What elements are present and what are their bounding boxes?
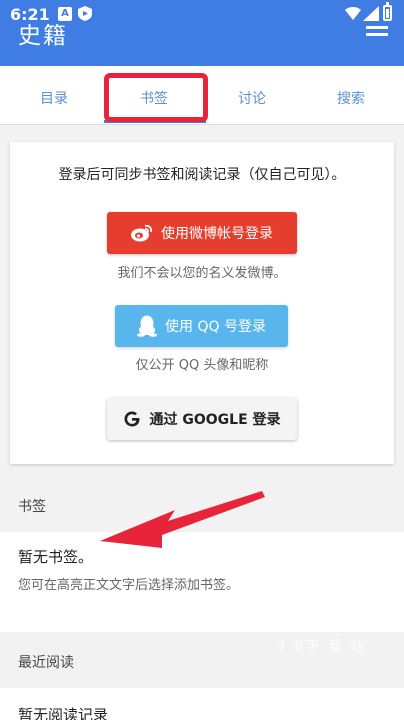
bookmarks-section-header: 书签 <box>0 476 404 534</box>
weibo-icon <box>131 224 153 242</box>
google-login-button[interactable]: 通过 GOOGLE 登录 <box>107 398 297 440</box>
wifi-icon <box>345 7 361 20</box>
bookmarks-empty-hint: 您可在高亮正文文字后选择添加书签。 <box>18 578 240 593</box>
shield-icon <box>78 6 92 21</box>
tab-contents[interactable]: 目录 <box>40 88 68 108</box>
notification-a-icon: A <box>58 7 72 21</box>
recent-empty-state: 暂无阅读记录 <box>0 688 404 720</box>
bookmarks-header-label: 书签 <box>18 499 46 515</box>
qq-login-button[interactable]: 使用 QQ 号登录 <box>115 305 288 347</box>
login-card: 登录后可同步书签和阅读记录（仅自己可见）。 使用微博帐号登录 我们不会以您的名义… <box>10 142 394 464</box>
tab-search[interactable]: 搜索 <box>337 88 365 108</box>
weibo-login-label: 使用微博帐号登录 <box>161 226 273 242</box>
qq-login-label: 使用 QQ 号登录 <box>165 319 266 335</box>
signal-icon <box>363 6 379 21</box>
bookmarks-empty-state: 暂无书签。 您可在高亮正文文字后选择添加书签。 <box>0 532 404 632</box>
bookmarks-empty-title: 暂无书签。 <box>18 548 94 566</box>
status-time: 6:21 <box>10 5 50 24</box>
watermark: 7 8下 载 站 <box>277 639 367 655</box>
qq-login-note: 仅公开 QQ 头像和昵称 <box>135 358 269 373</box>
menu-icon[interactable] <box>366 26 388 40</box>
google-login-label: 通过 GOOGLE 登录 <box>149 412 281 428</box>
recent-empty-title: 暂无阅读记录 <box>18 706 109 720</box>
qq-penguin-icon <box>137 315 158 337</box>
login-intro-text: 登录后可同步书签和阅读记录（仅自己可见）。 <box>58 167 346 183</box>
weibo-login-note: 我们不会以您的名义发微博。 <box>117 266 287 281</box>
weibo-login-button[interactable]: 使用微博帐号登录 <box>107 212 297 254</box>
battery-icon <box>383 2 392 21</box>
app-title: 史籍 <box>18 24 68 48</box>
tab-divider <box>0 124 404 125</box>
highlight-annotation <box>104 73 208 122</box>
google-g-icon <box>123 410 141 428</box>
tab-discussion[interactable]: 讨论 <box>238 88 266 108</box>
app-bar: 6:21 A 史籍 <box>0 0 404 66</box>
recent-header-label: 最近阅读 <box>18 655 74 671</box>
